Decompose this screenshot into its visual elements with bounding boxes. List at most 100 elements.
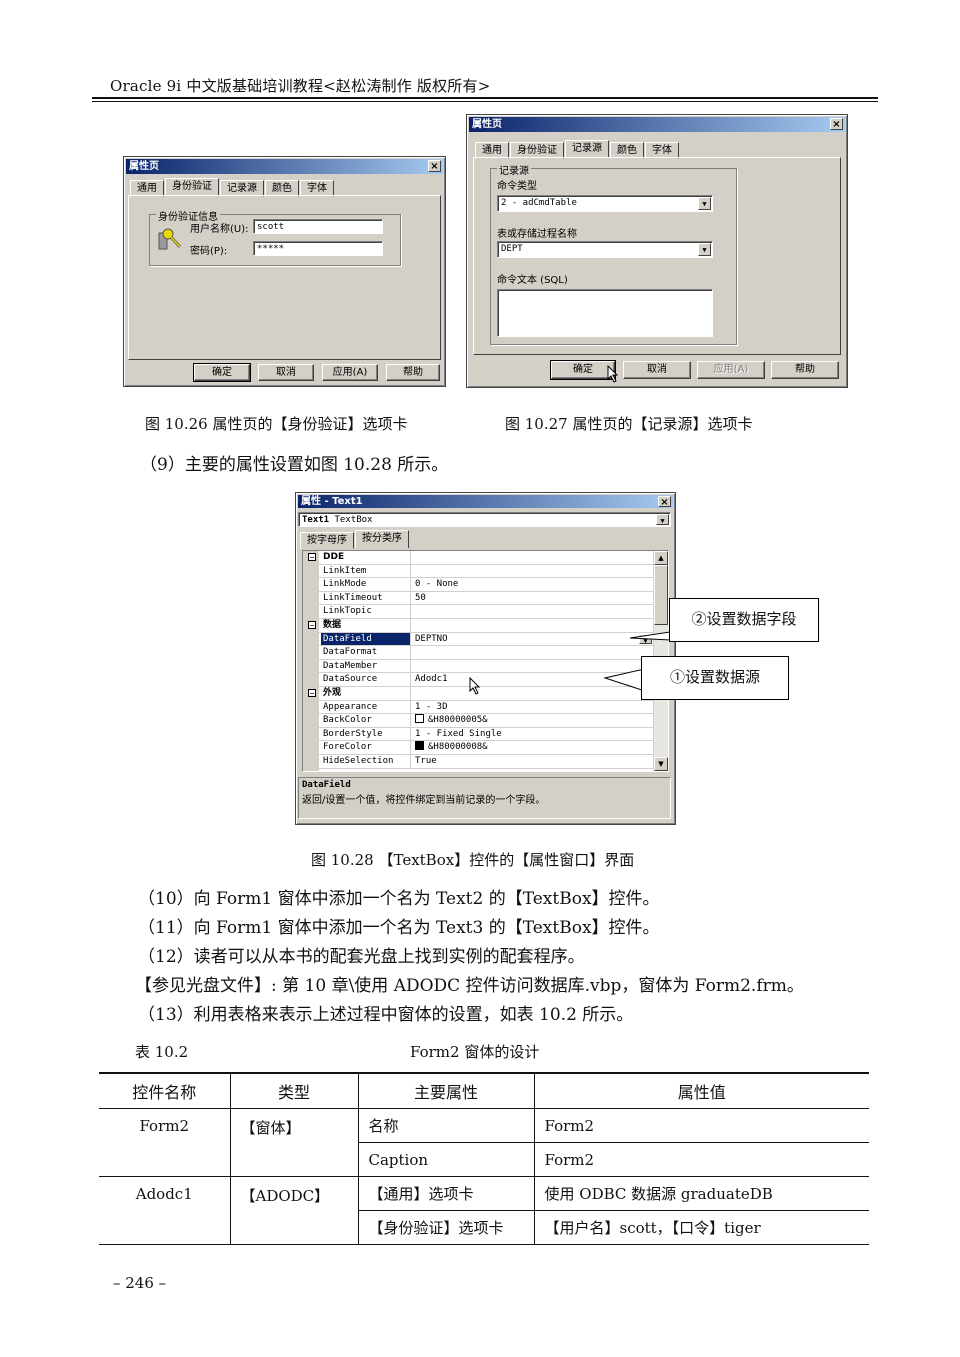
mouse-cursor-icon: [469, 676, 481, 698]
property-name: LinkTopic: [321, 605, 411, 618]
form2-design-table: 控件名称 类型 主要属性 属性值 Form2 【窗体】 名称 Form2 Cap…: [99, 1072, 869, 1245]
recordsource-group: 记录源 命令类型 2 - adCmdTable ▼ 表或存储过程名称 DEPT ▼ …: [490, 162, 737, 345]
property-category[interactable]: − DDE: [303, 551, 668, 565]
property-value[interactable]: 1 - Fixed Single: [413, 728, 502, 741]
help-button[interactable]: 帮助: [386, 364, 440, 381]
object-selector[interactable]: Text1 TextBox ▼: [298, 512, 671, 527]
help-button[interactable]: 帮助: [771, 361, 839, 379]
apply-button[interactable]: 应用(A): [322, 364, 378, 381]
property-value[interactable]: 50: [413, 592, 426, 605]
table-number: 表 10.2: [135, 1043, 189, 1061]
recordsource-property-page-dialog: 属性页 × 通用 身份验证 记录源 颜色 字体 记录源 命令类型 2 - adC…: [466, 114, 848, 388]
cd-reference-text: 【参见光盘文件】: 第 10 章\使用 ADODC 控件访问数据库.vbp，窗体…: [135, 976, 804, 996]
figure-caption-10-28: 图 10.28 【TextBox】控件的【属性窗口】界面: [311, 851, 635, 869]
property-row[interactable]: HideSelection True: [303, 755, 668, 769]
table-name-value: DEPT: [501, 244, 523, 254]
tab-panel: 记录源 命令类型 2 - adCmdTable ▼ 表或存储过程名称 DEPT ▼ …: [473, 157, 841, 355]
running-header: Oracle 9i 中文版基础培训教程<赵松涛制作 版权所有>: [110, 77, 491, 95]
dropdown-arrow-icon[interactable]: ▼: [698, 197, 711, 210]
property-name: 数据: [321, 619, 411, 632]
property-cell: 【通用】选项卡: [358, 1176, 535, 1211]
username-input[interactable]: scott: [253, 219, 383, 234]
figure-caption-10-27: 图 10.27 属性页的【记录源】选项卡: [505, 415, 753, 433]
sql-textarea[interactable]: [497, 289, 713, 337]
ok-button[interactable]: 确定: [550, 360, 616, 380]
table-name-label: 表或存储过程名称: [497, 229, 577, 240]
property-name: DataMember: [321, 659, 411, 673]
property-value[interactable]: &H80000005&: [413, 714, 488, 727]
ok-button[interactable]: 确定: [193, 363, 251, 382]
property-value-text: DEPTNO: [415, 633, 448, 644]
column-header: 类型: [230, 1072, 359, 1109]
value-cell: Form2: [534, 1142, 869, 1177]
property-name: DataField: [321, 632, 411, 646]
property-name: DataSource: [321, 673, 411, 686]
property-row[interactable]: ForeColor &H80000008&: [303, 741, 668, 755]
property-value[interactable]: 1 - 3D: [413, 701, 448, 714]
property-value[interactable]: DEPTNO: [413, 633, 448, 646]
tab-strip: 按字母序 按分类序: [300, 530, 410, 549]
collapse-icon[interactable]: −: [308, 689, 316, 698]
scroll-down-icon[interactable]: ▼: [654, 757, 668, 771]
scroll-up-icon[interactable]: ▲: [654, 551, 668, 565]
cancel-button[interactable]: 取消: [623, 361, 691, 379]
property-value[interactable]: 0 - None: [413, 578, 458, 591]
property-value-text: 50: [415, 592, 426, 603]
property-name: DDE: [321, 551, 411, 564]
auth-info-group: 身份验证信息 用户名称(U): scott 密码(P): *****: [149, 208, 401, 266]
property-cell: 【身份验证】选项卡: [358, 1210, 535, 1245]
tab-panel: 身份验证信息 用户名称(U): scott 密码(P): *****: [128, 195, 441, 360]
property-name: LinkTimeout: [321, 591, 411, 605]
table-header-row: 控件名称 类型 主要属性 属性值: [99, 1072, 869, 1109]
apply-button[interactable]: 应用(A): [697, 361, 765, 379]
table-name-select[interactable]: DEPT ▼: [497, 241, 713, 258]
property-row[interactable]: LinkItem: [303, 564, 668, 579]
collapse-icon[interactable]: −: [308, 553, 316, 562]
property-value-text: 0 - None: [415, 579, 459, 590]
property-row[interactable]: BackColor &H80000005&: [303, 714, 668, 728]
property-value[interactable]: &H80000008&: [413, 741, 488, 754]
dropdown-arrow-icon[interactable]: ▼: [656, 514, 669, 525]
close-button[interactable]: ×: [428, 160, 441, 172]
auth-property-page-dialog: 属性页 × 通用 身份验证 记录源 颜色 字体 身份验证信息 用户名称(U): …: [123, 156, 446, 387]
table-title: Form2 窗体的设计: [410, 1043, 540, 1061]
description-title: DataField: [302, 780, 351, 790]
callout-pointer-datasource: [603, 669, 643, 691]
dropdown-arrow-icon[interactable]: ▼: [698, 243, 711, 256]
property-row[interactable]: BorderStyle 1 - Fixed Single: [303, 727, 668, 742]
property-value[interactable]: Adodc1: [413, 673, 448, 686]
close-button[interactable]: ×: [658, 496, 671, 508]
username-label: 用户名称(U):: [190, 224, 249, 235]
property-value-text: 1 - Fixed Single: [415, 728, 502, 739]
sql-label: 命令文本 (SQL): [497, 275, 568, 286]
control-name-cell: Form2: [99, 1108, 231, 1177]
password-input[interactable]: *****: [253, 241, 383, 256]
mouse-cursor-icon: [607, 364, 619, 386]
tab-categorized[interactable]: 按分类序: [355, 530, 409, 548]
collapse-icon[interactable]: −: [308, 621, 316, 630]
color-swatch: [415, 741, 424, 751]
property-value-text: 1 - 3D: [415, 701, 448, 712]
dialog-title: 属性页: [129, 161, 159, 172]
dialog-titlebar: 属性页 ×: [126, 159, 443, 174]
window-titlebar: 属性 - Text1 ×: [298, 495, 673, 508]
dialog-title: 属性页: [472, 119, 502, 130]
property-value-text: True: [415, 756, 437, 766]
tab-authentication[interactable]: 身份验证: [165, 178, 219, 196]
value-cell: Form2: [534, 1108, 869, 1143]
property-name: 外观: [321, 687, 411, 700]
tab-alphabetic[interactable]: 按字母序: [300, 532, 354, 549]
command-type-select[interactable]: 2 - adCmdTable ▼: [497, 195, 713, 212]
close-button[interactable]: ×: [830, 118, 843, 130]
window-title: 属性 - Text1: [301, 496, 363, 507]
cancel-button[interactable]: 取消: [258, 364, 314, 381]
property-value[interactable]: True: [413, 755, 437, 768]
property-value-text: Adodc1: [415, 674, 448, 685]
tab-recordsource[interactable]: 记录源: [565, 140, 609, 158]
command-type-value: 2 - adCmdTable: [501, 198, 577, 208]
column-header: 控件名称: [99, 1072, 231, 1109]
value-cell: 使用 ODBC 数据源 graduateDB: [534, 1176, 869, 1211]
step-10-text: （10）向 Form1 窗体中添加一个名为 Text2 的【TextBox】控件…: [138, 889, 660, 909]
figure-caption-10-26: 图 10.26 属性页的【身份验证】选项卡: [145, 415, 408, 433]
group-label: 记录源: [497, 162, 531, 177]
